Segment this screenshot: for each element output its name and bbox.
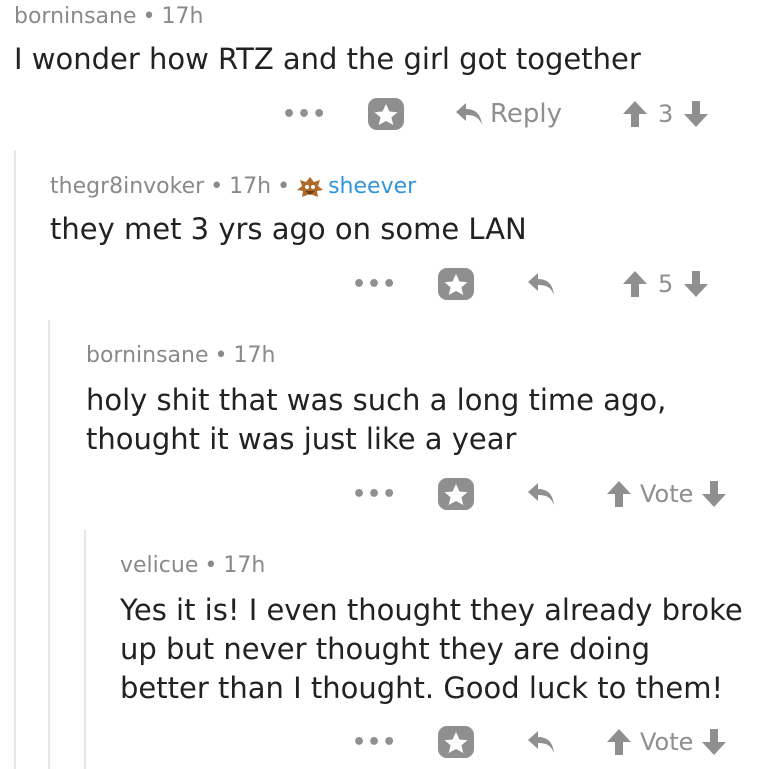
more-options-button[interactable]: ••• [352,720,397,764]
comment-time: 17h [161,4,204,29]
sheever-flair-icon [297,176,324,197]
more-options-button[interactable]: ••• [352,472,397,516]
author-name[interactable]: thegr8invoker [50,174,204,199]
meta-separator: • [277,174,291,199]
downvote-arrow-icon[interactable] [701,727,727,757]
star-badge-icon [438,268,474,300]
comment-time: 17h [229,174,272,199]
more-options-button[interactable]: ••• [282,92,327,136]
downvote-arrow-icon[interactable] [683,269,709,299]
score-value: 5 [658,270,674,298]
star-badge-icon [438,478,474,510]
meta-separator: • [142,4,156,29]
comment-body: holy shit that was such a long time ago,… [86,383,667,456]
save-button[interactable] [436,472,476,516]
comment-time: 17h [233,343,276,368]
thread-line-1 [14,150,16,769]
meta-separator: • [214,343,228,368]
author-name[interactable]: borninsane [86,343,209,368]
comment-actions: ••• Reply 3 [0,92,777,136]
reply-arrow-icon [528,273,554,295]
comment-body: they met 3 yrs ago on some LAN [50,212,527,246]
vote-controls: 3 [622,92,709,136]
reply-arrow-icon [456,103,482,125]
comment-meta: borninsane • 17h [86,343,275,368]
user-flair: sheever [328,174,417,199]
vote-controls: Vote [606,472,727,516]
score-value: 3 [658,100,674,128]
vote-label: Vote [640,480,694,508]
comment-actions: ••• Vote [0,720,777,764]
save-button[interactable] [436,262,476,306]
upvote-arrow-icon[interactable] [622,269,648,299]
reply-button[interactable] [526,720,556,764]
vote-controls: Vote [606,720,727,764]
comment-meta: borninsane • 17h [14,4,203,29]
star-badge-icon [368,98,404,130]
meta-separator: • [210,174,224,199]
reply-button[interactable]: Reply [454,92,562,136]
author-name[interactable]: velicue [120,553,198,578]
save-button[interactable] [366,92,406,136]
vote-controls: 5 [622,262,709,306]
reply-button[interactable] [526,472,556,516]
reply-label: Reply [490,99,563,129]
save-button[interactable] [436,720,476,764]
reply-arrow-icon [528,483,554,505]
downvote-arrow-icon[interactable] [683,99,709,129]
thread-line-2 [48,320,50,769]
comment-actions: ••• Vote [0,472,777,516]
more-options-button[interactable]: ••• [352,262,397,306]
comment-body: I wonder how RTZ and the girl got togeth… [14,42,641,76]
author-name[interactable]: borninsane [14,4,137,29]
upvote-arrow-icon[interactable] [606,479,632,509]
upvote-arrow-icon[interactable] [606,727,632,757]
meta-separator: • [204,553,218,578]
comment-time: 17h [223,553,266,578]
vote-label: Vote [640,728,694,756]
upvote-arrow-icon[interactable] [622,99,648,129]
star-badge-icon [438,726,474,758]
comment-body: Yes it is! I even thought they already b… [120,593,743,705]
reply-arrow-icon [528,731,554,753]
comment-meta: thegr8invoker • 17h • sheever [50,174,416,199]
downvote-arrow-icon[interactable] [701,479,727,509]
reply-button[interactable] [526,262,556,306]
comment-meta: velicue • 17h [120,553,265,578]
comment-actions: ••• 5 [0,262,777,306]
